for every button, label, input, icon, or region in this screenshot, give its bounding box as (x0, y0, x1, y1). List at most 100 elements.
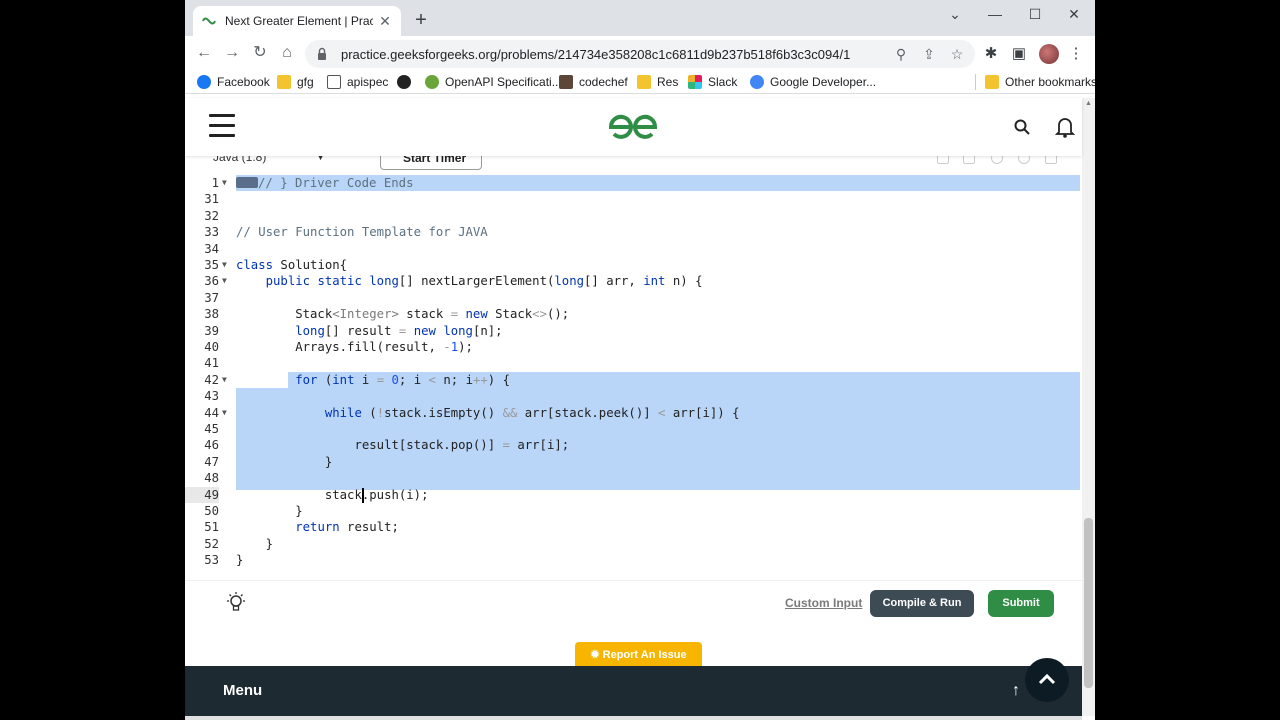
code-line[interactable]: 45 (185, 421, 1082, 437)
code-line[interactable]: 44 ▼ while (!stack.isEmpty() && arr[stack… (185, 405, 1082, 421)
bookmark-facebook[interactable]: Facebook (197, 73, 270, 91)
code-line[interactable]: 43 (185, 388, 1082, 404)
gfg-favicon-icon (202, 17, 216, 25)
reload-icon[interactable]: ↻ (251, 44, 269, 62)
bookmark-label: Google Developer... (770, 75, 877, 89)
minimize-icon[interactable]: — (983, 6, 1007, 22)
code-line[interactable]: 49 stack.push(i); (185, 486, 1082, 503)
code-line[interactable]: 34 (185, 241, 1082, 257)
bookmark-label: apispec (347, 75, 389, 89)
reset-icon[interactable] (1018, 156, 1030, 164)
share-icon[interactable]: ⇪ (921, 46, 937, 62)
code-text: stack.push(i); (236, 487, 429, 502)
extensions-icon[interactable]: ✱ (982, 45, 1000, 63)
browser-tab[interactable]: Next Greater Element | Practice | ✕ (193, 6, 401, 36)
zoom-icon[interactable]: ⚲ (893, 46, 909, 62)
code-text: public static long[] nextLargerElement(l… (265, 274, 703, 289)
code-line[interactable]: 40 Arrays.fill(result, -1); (185, 339, 1082, 355)
side-panel-icon[interactable]: ▣ (1010, 45, 1028, 63)
language-select[interactable]: Java (1.8) ▼ (213, 156, 325, 164)
maximize-icon[interactable]: ☐ (1023, 6, 1047, 23)
code-text: return result; (295, 520, 399, 535)
code-line[interactable]: 35 ▼ class Solution{ (185, 257, 1082, 273)
code-editor[interactable]: 1 ▼// } Driver Code Ends 31 32 33// User Fun… (185, 174, 1082, 578)
code-line[interactable]: 42 ▼ for (int i = 0; i < n; i++) { (185, 372, 1082, 388)
tab-search-chevron-icon[interactable]: ⌄ (943, 6, 967, 23)
bookmark-slack[interactable]: Slack (688, 73, 737, 91)
search-icon[interactable] (1013, 118, 1031, 136)
code-line[interactable]: 51 return result; (185, 519, 1082, 535)
bookmark-gfg[interactable]: gfg (277, 73, 314, 91)
browser-menu-icon[interactable]: ⋮ (1067, 45, 1085, 63)
start-timer-label: Start Timer (403, 156, 467, 165)
fold-arrow-icon[interactable]: ▼ (222, 372, 227, 388)
folded-code-marker[interactable] (236, 177, 258, 188)
bookmark-star-icon[interactable]: ☆ (949, 46, 965, 62)
code-text: Arrays.fill(result, -1); (236, 340, 473, 354)
report-issue-button[interactable]: ✹ Report An Issue (575, 642, 702, 668)
bookmark-apispec[interactable]: apispec (327, 73, 388, 91)
code-line[interactable]: 33 // User Function Template for JAVA (185, 224, 1082, 240)
compile-run-button[interactable]: Compile & Run (870, 590, 974, 617)
fullscreen-icon[interactable] (1045, 156, 1057, 164)
new-tab-icon[interactable]: + (411, 10, 431, 30)
line-number: 32 (204, 208, 219, 223)
language-select-value: Java (1.8) (213, 156, 267, 164)
line-number: 44 (204, 405, 219, 420)
editor-action-bar: Custom Input Compile & Run Submit (185, 580, 1082, 624)
line-number: 47 (204, 454, 219, 469)
code-line[interactable]: 50 } (185, 503, 1082, 519)
submit-button[interactable]: Submit (988, 590, 1054, 617)
bookmark-codechef[interactable]: codechef (559, 73, 628, 91)
address-bar[interactable]: practice.geeksforgeeks.org/problems/2147… (305, 40, 975, 68)
notification-bell-icon[interactable] (1055, 116, 1075, 138)
code-line[interactable]: 39 long[] result = new long[n]; (185, 323, 1082, 339)
browser-toolbar: ← → ↻ ⌂ practice.geeksforgeeks.org/probl… (185, 36, 1095, 70)
bookmark-label: gfg (297, 75, 314, 89)
bookmark-res[interactable]: Res (637, 73, 678, 91)
tab-close-icon[interactable]: ✕ (377, 13, 393, 30)
menu-label[interactable]: Menu (223, 682, 262, 699)
editor-tool-icon[interactable] (963, 156, 975, 164)
bookmark-openapi[interactable]: OpenAPI Specificati... (425, 73, 562, 91)
bookmark-other[interactable]: Other bookmarks (985, 73, 1095, 91)
hamburger-menu-icon[interactable] (209, 114, 235, 138)
code-line[interactable]: 31 (185, 191, 1082, 207)
code-line[interactable]: 1 ▼ // } Driver Code Ends (185, 175, 1082, 191)
gfg-logo[interactable] (605, 112, 661, 142)
scroll-to-top-button[interactable] (1025, 658, 1069, 702)
fold-arrow-icon[interactable]: ▼ (222, 273, 227, 289)
line-number: 31 (204, 192, 219, 207)
code-line[interactable]: 32 (185, 208, 1082, 224)
bookmark-google-developer[interactable]: Google Developer... (750, 73, 876, 91)
code-line[interactable]: 53} (185, 552, 1082, 568)
lightbulb-icon[interactable] (225, 591, 247, 615)
code-line[interactable]: 47 } (185, 454, 1082, 470)
forward-icon[interactable]: → (223, 44, 241, 62)
scrollbar-thumb[interactable] (1084, 518, 1093, 688)
scroll-up-arrow-icon[interactable]: ▲ (1085, 100, 1092, 107)
fold-arrow-icon[interactable]: ▼ (222, 175, 227, 191)
editor-tool-icon[interactable] (937, 156, 949, 164)
code-line[interactable]: 38 Stack<Integer> stack = new Stack<>(); (185, 306, 1082, 322)
code-line[interactable]: 36 ▼ public static long[] nextLargerEleme… (185, 273, 1082, 289)
back-icon[interactable]: ← (195, 44, 213, 62)
line-number: 41 (204, 356, 219, 371)
custom-input-link[interactable]: Custom Input (785, 596, 862, 610)
code-line[interactable]: 52 } (185, 536, 1082, 552)
code-line[interactable]: 37 (185, 290, 1082, 306)
home-icon[interactable]: ⌂ (278, 44, 296, 62)
page-scrollbar[interactable]: ▲ (1082, 98, 1095, 716)
code-line[interactable]: 41 (185, 355, 1082, 371)
fold-arrow-icon[interactable]: ▼ (222, 257, 227, 273)
close-window-icon[interactable]: ✕ (1062, 6, 1086, 23)
bookmark-github[interactable] (397, 73, 417, 91)
code-line[interactable]: 46 result[stack.pop()] = arr[i]; (185, 437, 1082, 453)
fold-arrow-icon[interactable]: ▼ (222, 405, 227, 421)
code-line[interactable]: 48 (185, 470, 1082, 486)
settings-icon[interactable] (991, 156, 1003, 164)
start-timer-button[interactable]: Start Timer (380, 156, 482, 170)
profile-avatar[interactable] (1039, 44, 1059, 64)
code-text: } (236, 553, 244, 568)
horizontal-scrollbar[interactable] (185, 716, 1082, 720)
